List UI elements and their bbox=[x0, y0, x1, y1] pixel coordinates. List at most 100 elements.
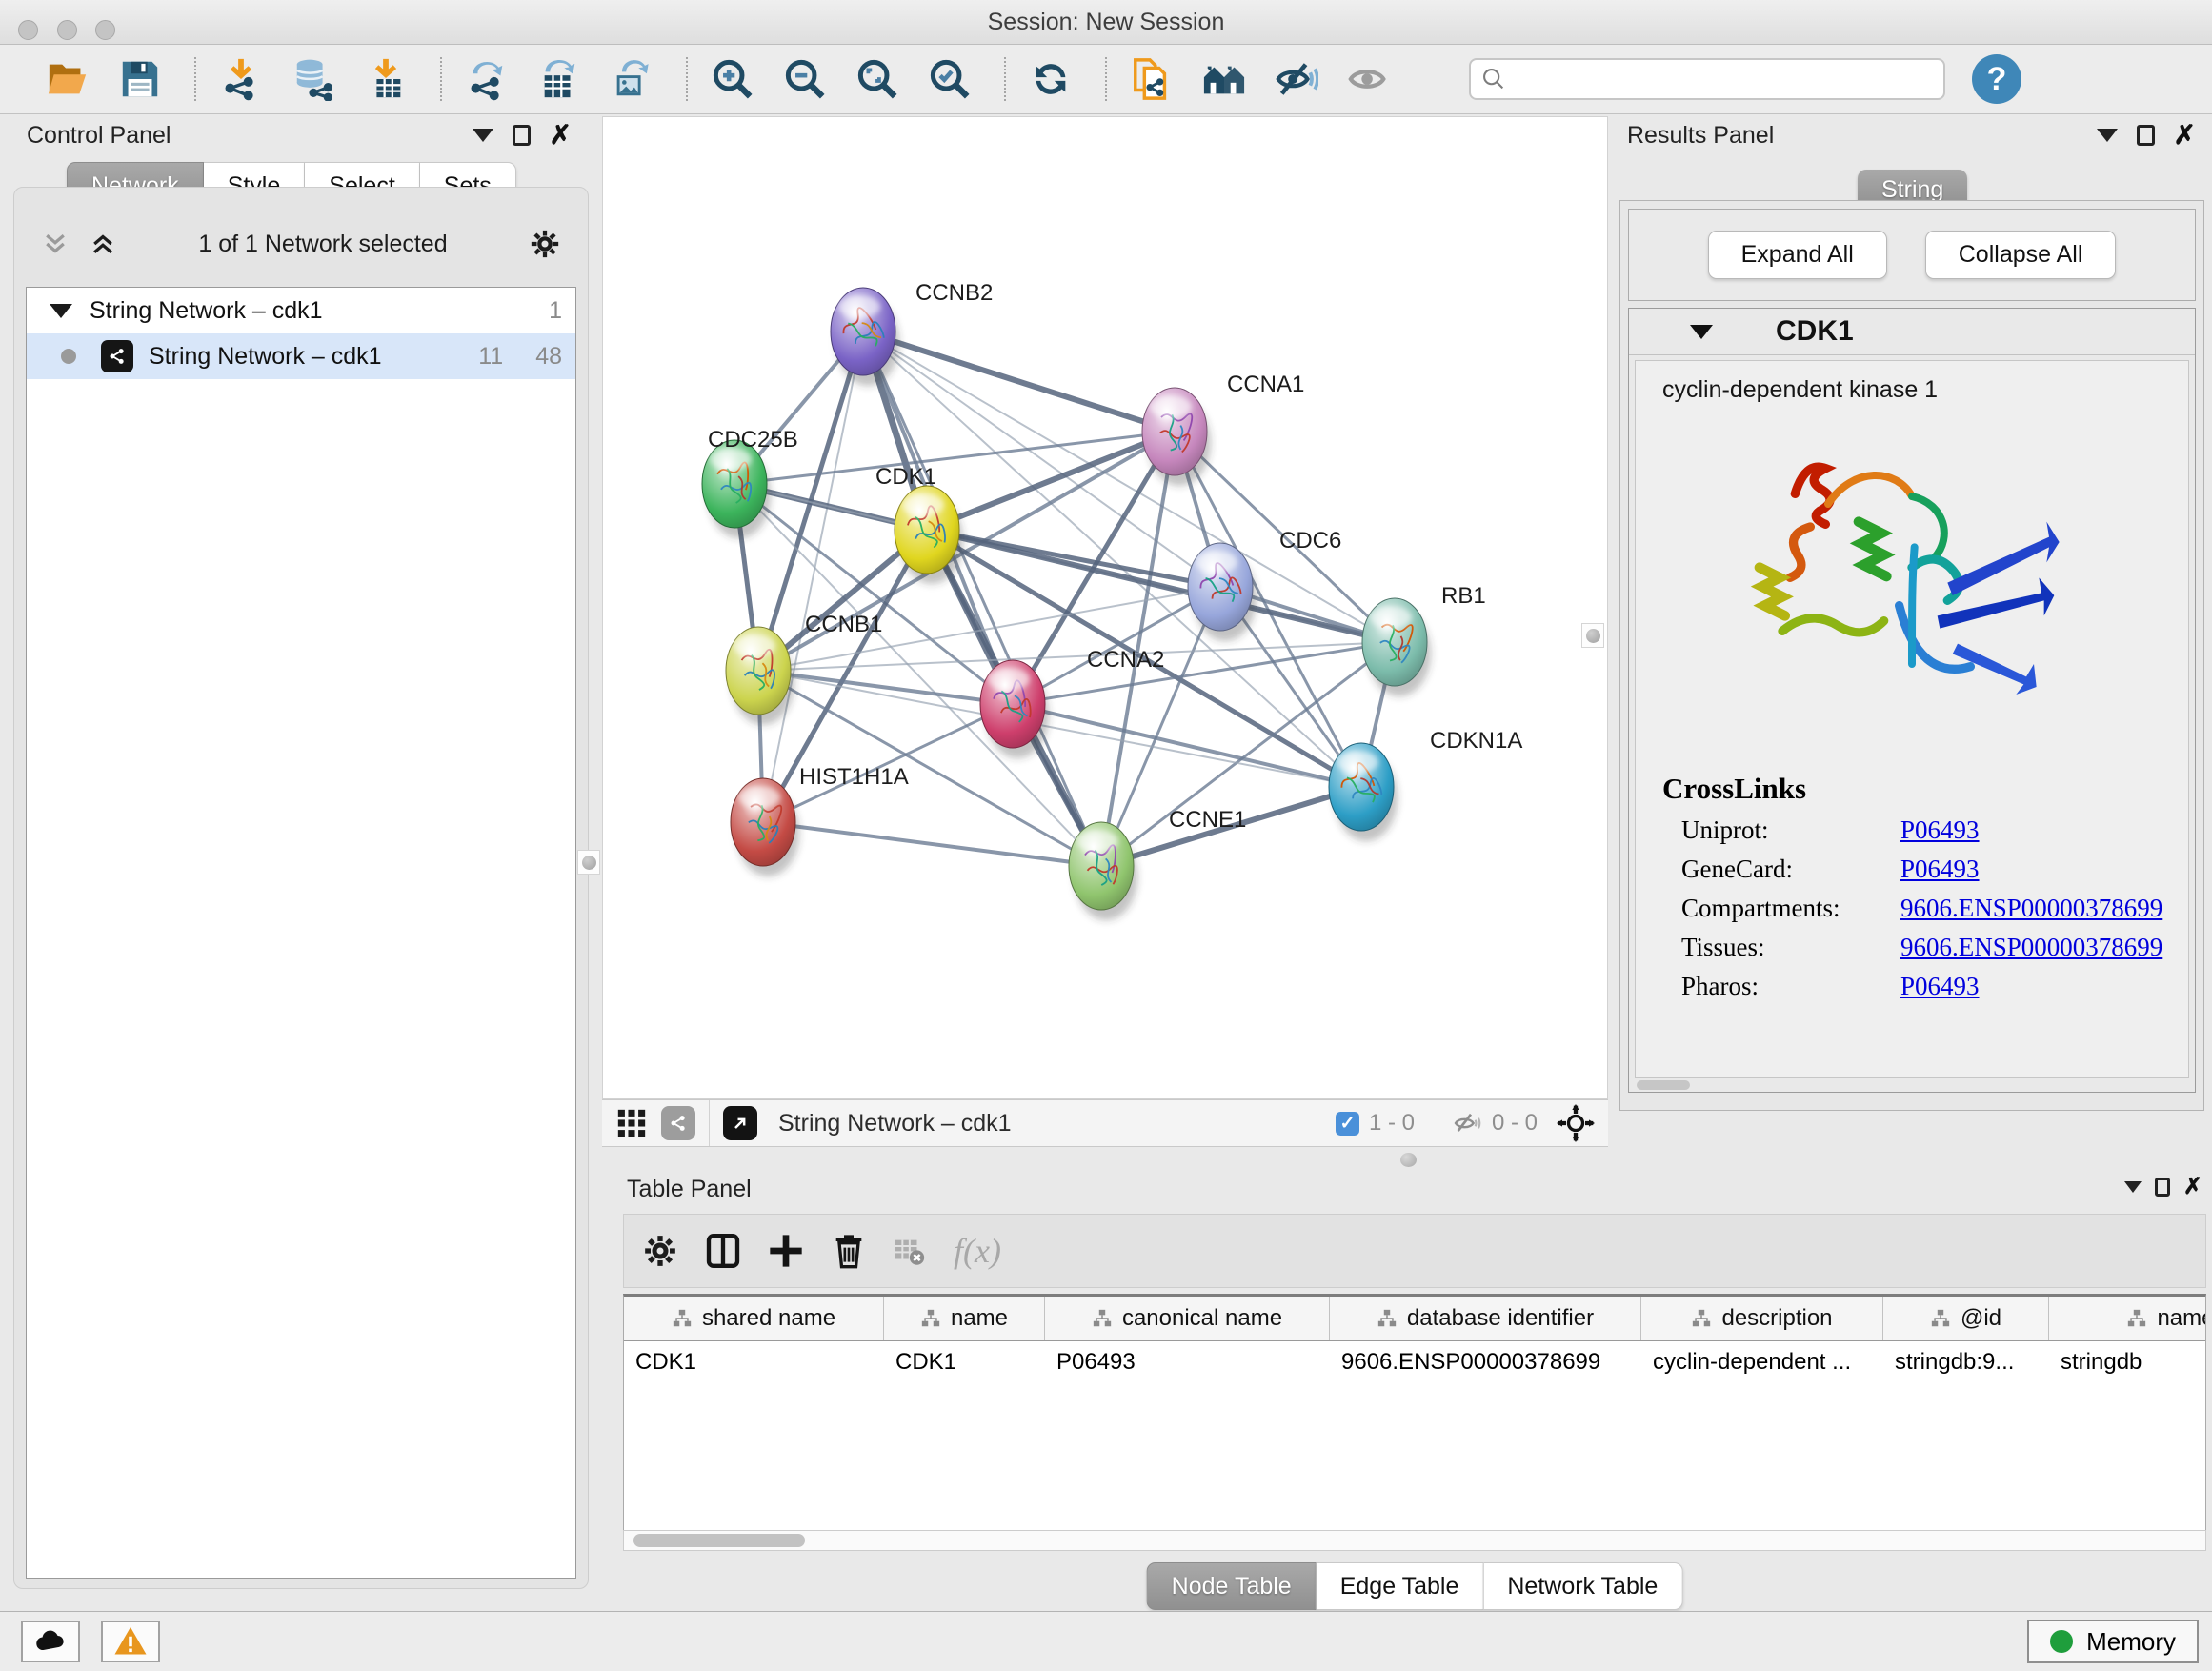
grid-view-icon[interactable] bbox=[615, 1107, 648, 1139]
column-header-id[interactable]: @id bbox=[1883, 1297, 2049, 1340]
float-panel-icon[interactable] bbox=[2137, 125, 2155, 146]
float-panel-icon[interactable] bbox=[2155, 1178, 2170, 1197]
function-builder-icon[interactable]: f(x) bbox=[954, 1231, 1001, 1271]
column-header-shared-name[interactable]: shared name bbox=[624, 1297, 884, 1340]
node-CCNE1[interactable] bbox=[1069, 822, 1137, 920]
export-table-icon[interactable] bbox=[535, 55, 583, 103]
save-session-icon[interactable] bbox=[116, 55, 164, 103]
column-header-namespace[interactable]: namespace bbox=[2049, 1297, 2206, 1340]
zoom-selected-icon[interactable] bbox=[926, 55, 974, 103]
network-view-canvas[interactable]: CCNB2CCNA1CDC25BCDK1CDC6RB1CCNB1CCNA2CDK… bbox=[602, 116, 1608, 1099]
close-panel-icon[interactable]: ✗ bbox=[550, 125, 572, 146]
table-hscroll-thumb[interactable] bbox=[633, 1534, 805, 1547]
crosslink-link[interactable]: 9606.ENSP00000378699 bbox=[1900, 933, 2162, 962]
import-network-file-icon[interactable] bbox=[217, 55, 265, 103]
refresh-icon[interactable] bbox=[1027, 55, 1075, 103]
warning-status-icon[interactable] bbox=[101, 1621, 160, 1662]
table-cell[interactable]: P06493 bbox=[1045, 1341, 1330, 1383]
table-hscrollbar[interactable] bbox=[623, 1530, 2206, 1551]
crosslink-link[interactable]: P06493 bbox=[1900, 815, 1980, 845]
show-column-icon[interactable] bbox=[702, 1230, 744, 1272]
show-all-icon[interactable] bbox=[1345, 55, 1393, 103]
protein-card-hscroll[interactable] bbox=[1637, 1080, 1690, 1090]
open-session-icon[interactable] bbox=[44, 55, 91, 103]
tab-network-table[interactable]: Network Table bbox=[1483, 1562, 1682, 1610]
cloud-status-icon[interactable] bbox=[21, 1621, 80, 1662]
table-cell[interactable]: CDK1 bbox=[624, 1341, 884, 1383]
edge-CCNB1-CCNA2[interactable] bbox=[758, 671, 1013, 704]
column-header-name[interactable]: name bbox=[884, 1297, 1045, 1340]
table-row[interactable]: CDK1CDK1P064939606.ENSP00000378699cyclin… bbox=[624, 1341, 2205, 1383]
collapse-panel-icon[interactable] bbox=[473, 129, 493, 142]
network-graph[interactable]: CCNB2CCNA1CDC25BCDK1CDC6RB1CCNB1CCNA2CDK… bbox=[603, 117, 1607, 1098]
tab-node-table[interactable]: Node Table bbox=[1147, 1562, 1317, 1610]
hide-selected-icon[interactable] bbox=[1273, 55, 1320, 103]
node-CDKN1A[interactable] bbox=[1329, 743, 1398, 841]
node-RB1[interactable] bbox=[1362, 598, 1431, 696]
zoom-in-icon[interactable] bbox=[709, 55, 756, 103]
delete-column-trash-icon[interactable] bbox=[828, 1230, 870, 1272]
gear-icon[interactable] bbox=[529, 228, 561, 260]
node-CCNB2[interactable] bbox=[831, 288, 899, 386]
create-column-icon[interactable] bbox=[765, 1230, 807, 1272]
expand-all-button[interactable]: Expand All bbox=[1708, 231, 1887, 279]
expand-all-icon[interactable] bbox=[89, 230, 117, 258]
detach-view-icon[interactable] bbox=[723, 1106, 757, 1140]
search-input[interactable] bbox=[1469, 58, 1945, 100]
delete-table-icon[interactable] bbox=[891, 1230, 927, 1272]
node-CCNB1[interactable] bbox=[726, 627, 794, 725]
zoom-out-icon[interactable] bbox=[781, 55, 829, 103]
node-CDC6[interactable] bbox=[1188, 543, 1257, 641]
edge-CCNA2-HIST1H1A[interactable] bbox=[763, 704, 1013, 822]
column-header-description[interactable]: description bbox=[1641, 1297, 1883, 1340]
crosslink-link[interactable]: 9606.ENSP00000378699 bbox=[1900, 894, 2162, 923]
edge-CCNB2-CCNA1[interactable] bbox=[863, 332, 1175, 432]
collapse-all-icon[interactable] bbox=[41, 230, 70, 258]
edge-CCNB2-HIST1H1A[interactable] bbox=[763, 332, 863, 822]
export-image-icon[interactable] bbox=[608, 55, 655, 103]
import-table-icon[interactable] bbox=[362, 55, 410, 103]
network-row-selected[interactable]: String Network – cdk1 11 48 bbox=[27, 333, 575, 379]
table-settings-gear-icon[interactable] bbox=[639, 1230, 681, 1272]
node-table[interactable]: shared namenamecanonical namedatabase id… bbox=[623, 1294, 2206, 1533]
memory-button[interactable]: Memory bbox=[2027, 1620, 2199, 1663]
node-label-CDKN1A: CDKN1A bbox=[1430, 728, 1522, 754]
edge-HIST1H1A-CCNE1[interactable] bbox=[763, 822, 1101, 866]
network-collection-row[interactable]: String Network – cdk1 1 bbox=[27, 288, 575, 333]
float-panel-icon[interactable] bbox=[513, 125, 531, 146]
collapse-panel-icon[interactable] bbox=[2124, 1181, 2142, 1193]
clone-network-icon[interactable] bbox=[1128, 55, 1176, 103]
left-splitter-handle[interactable] bbox=[577, 850, 600, 875]
fit-content-crosshair-icon[interactable] bbox=[1557, 1104, 1595, 1142]
node-HIST1H1A[interactable] bbox=[731, 778, 799, 876]
edge-CCNB2-RB1[interactable] bbox=[863, 332, 1395, 642]
edge-CCNA2-CDKN1A[interactable] bbox=[1013, 704, 1361, 787]
tab-edge-table[interactable]: Edge Table bbox=[1317, 1562, 1484, 1610]
table-cell[interactable]: stringdb bbox=[2049, 1341, 2206, 1383]
table-cell[interactable]: cyclin-dependent ... bbox=[1641, 1341, 1883, 1383]
table-cell[interactable]: 9606.ENSP00000378699 bbox=[1330, 1341, 1641, 1383]
zoom-fit-icon[interactable] bbox=[854, 55, 901, 103]
close-panel-icon[interactable]: ✗ bbox=[2174, 125, 2196, 146]
column-header-database-identifier[interactable]: database identifier bbox=[1330, 1297, 1641, 1340]
table-cell[interactable]: stringdb:9... bbox=[1883, 1341, 2049, 1383]
protein-card-header[interactable]: CDK1 bbox=[1629, 309, 2195, 355]
close-panel-icon[interactable]: ✗ bbox=[2183, 1177, 2202, 1198]
export-network-icon[interactable] bbox=[463, 55, 511, 103]
right-splitter-handle[interactable] bbox=[1581, 623, 1604, 648]
node-CCNA2[interactable] bbox=[980, 660, 1049, 758]
crosslink-link[interactable]: P06493 bbox=[1900, 855, 1980, 884]
crosslink-link[interactable]: P06493 bbox=[1900, 972, 1980, 1001]
bottom-splitter-handle[interactable] bbox=[1400, 1153, 1417, 1167]
help-icon[interactable]: ? bbox=[1972, 54, 2021, 104]
import-network-database-icon[interactable] bbox=[290, 55, 337, 103]
home-networks-icon[interactable] bbox=[1200, 55, 1248, 103]
collapse-panel-icon[interactable] bbox=[2097, 129, 2118, 142]
column-header-canonical-name[interactable]: canonical name bbox=[1045, 1297, 1330, 1340]
network-view-mode-icon[interactable] bbox=[661, 1106, 695, 1140]
table-cell[interactable]: CDK1 bbox=[884, 1341, 1045, 1383]
collapse-protein-icon[interactable] bbox=[1690, 325, 1713, 339]
tree-expand-icon[interactable] bbox=[50, 304, 72, 318]
collapse-all-button[interactable]: Collapse All bbox=[1925, 231, 2117, 279]
selected-checkbox-icon[interactable]: ✓ bbox=[1336, 1112, 1359, 1136]
